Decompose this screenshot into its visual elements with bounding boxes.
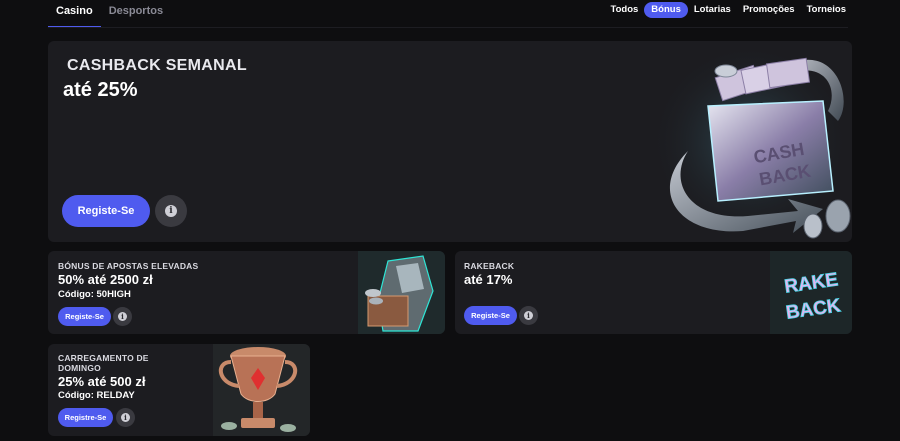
filter-lotarias[interactable]: Lotarias [688, 2, 737, 18]
category-filters: Todos Bónus Lotarias Promoções Torneios [605, 2, 853, 18]
cashback-wallet-illustration: CASH BACK [648, 41, 852, 242]
treasure-chest-illustration [358, 251, 445, 334]
register-button[interactable]: Registre-Se [58, 408, 113, 427]
info-icon: i [121, 413, 130, 422]
promo-subtitle: CASHBACK SEMANAL [67, 57, 247, 74]
promo-code: Código: RELDAY [58, 390, 135, 401]
info-button[interactable]: i [519, 306, 538, 325]
sunday-reload-card[interactable]: CARREGAMENTO DE DOMINGO 25% até 500 zł C… [48, 344, 310, 436]
rakeback-card[interactable]: RAKEBACK até 17% Registe-Se i RAKE BACK [455, 251, 852, 334]
promo-subtitle-line2: DOMINGO [58, 363, 101, 373]
top-navigation: Casino Desportos Todos Bónus Lotarias Pr… [0, 0, 900, 28]
nav-divider [48, 27, 848, 28]
promo-title: 50% até 2500 zł [58, 272, 153, 287]
cashback-promo-card[interactable]: CASHBACK SEMANAL até 25% Registe-Se i CA… [48, 41, 852, 242]
rakeback-illustration: RAKE BACK [770, 251, 852, 334]
info-icon: i [165, 205, 177, 217]
filter-promocoes[interactable]: Promoções [737, 2, 801, 18]
register-button[interactable]: Registe-Se [62, 195, 150, 227]
high-bet-bonus-card[interactable]: BÓNUS DE APOSTAS ELEVADAS 50% até 2500 z… [48, 251, 445, 334]
info-button[interactable]: i [155, 195, 187, 227]
filter-todos[interactable]: Todos [605, 2, 645, 18]
trophy-illustration [213, 344, 310, 436]
promo-subtitle-line1: CARREGAMENTO DE [58, 353, 149, 363]
register-button[interactable]: Registe-Se [58, 307, 111, 326]
info-icon: i [524, 311, 533, 320]
tab-desportos[interactable]: Desportos [101, 0, 171, 28]
promo-title: 25% até 500 zł [58, 374, 146, 389]
filter-torneios[interactable]: Torneios [801, 2, 852, 18]
info-button[interactable]: i [116, 408, 135, 427]
promo-code: Código: 50HIGH [58, 289, 131, 300]
tab-casino[interactable]: Casino [48, 0, 101, 28]
filter-bonus[interactable]: Bónus [644, 2, 688, 18]
register-button[interactable]: Registe-Se [464, 306, 517, 325]
section-tabs: Casino Desportos [48, 0, 171, 28]
promo-subtitle: BÓNUS DE APOSTAS ELEVADAS [58, 261, 199, 271]
info-button[interactable]: i [113, 307, 132, 326]
promo-subtitle: RAKEBACK [464, 261, 515, 271]
promo-title: até 25% [63, 79, 138, 101]
info-icon: i [118, 312, 127, 321]
promo-title: até 17% [464, 272, 513, 287]
